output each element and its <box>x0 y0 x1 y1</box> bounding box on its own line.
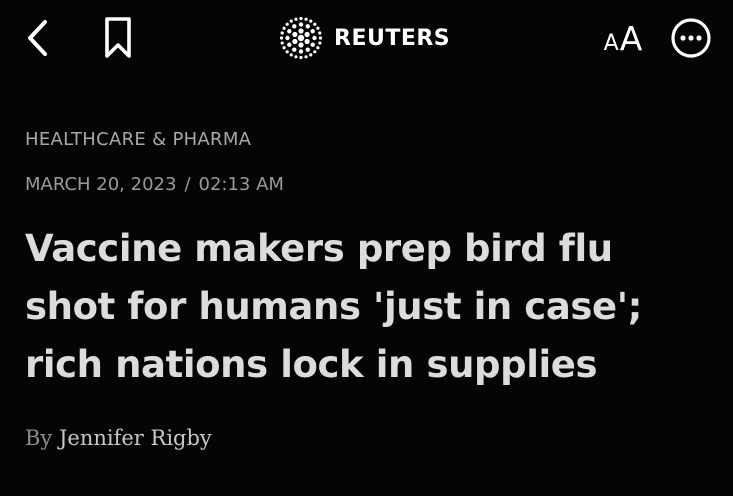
chevron-left-icon <box>28 20 47 56</box>
bookmark-icon <box>105 17 131 58</box>
byline-prefix: By <box>25 426 53 450</box>
article-header: HEALTHCARE & PHARMA MARCH 20, 2023 / 02:… <box>25 120 715 452</box>
text-size-icon: A A <box>604 19 643 58</box>
top-app-bar: REUTERS A A <box>0 0 733 80</box>
article-headline: Vaccine makers prep bird flu shot for hu… <box>25 227 643 386</box>
more-circle-icon <box>671 18 711 58</box>
publish-time: 02:13 AM <box>198 174 284 195</box>
publish-dateline: MARCH 20, 2023 / 02:13 AM <box>25 173 715 197</box>
text-size-button[interactable]: A A <box>594 16 652 60</box>
author-link[interactable]: Jennifer Rigby <box>59 426 212 450</box>
back-button[interactable] <box>18 16 58 60</box>
reuters-dot-logo-icon <box>279 16 323 60</box>
text-size-large-glyph: A <box>619 18 643 58</box>
byline: By Jennifer Rigby <box>25 424 715 452</box>
brand-name: REUTERS <box>334 25 451 51</box>
date-separator: / <box>184 174 191 195</box>
bookmark-button[interactable] <box>96 14 140 62</box>
text-size-small-glyph: A <box>603 30 619 56</box>
publish-date: MARCH 20, 2023 <box>25 174 177 195</box>
brand-logo: REUTERS <box>278 16 450 60</box>
more-options-button[interactable] <box>666 16 716 60</box>
section-link[interactable]: HEALTHCARE & PHARMA <box>25 128 715 152</box>
